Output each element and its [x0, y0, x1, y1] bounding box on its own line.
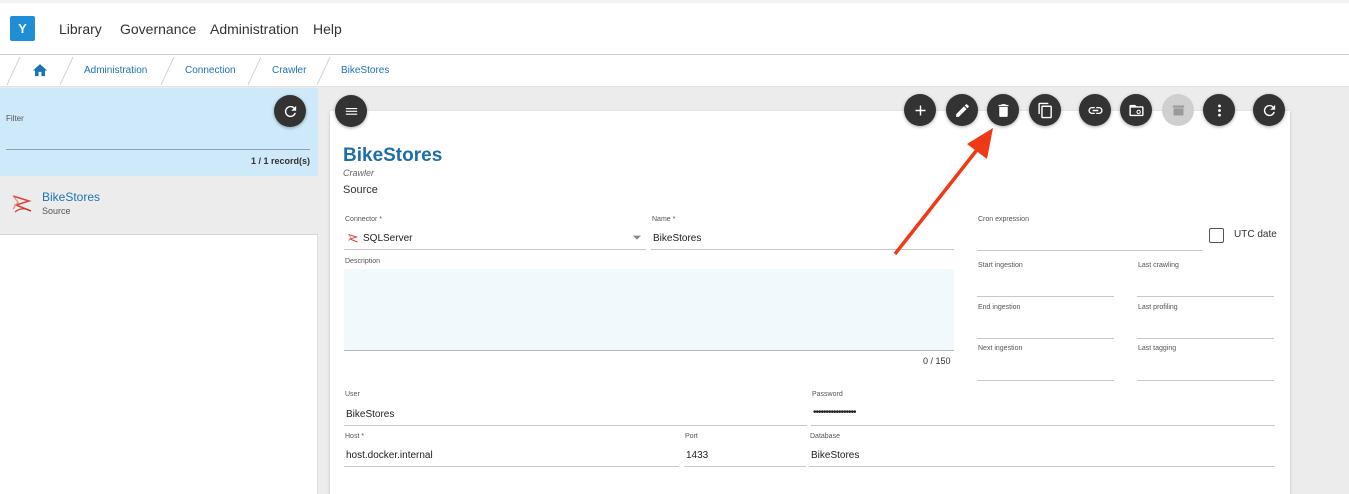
breadcrumb-separator [59, 57, 74, 85]
add-button[interactable] [904, 94, 936, 126]
next-ingestion-label: Next ingestion [978, 345, 1023, 352]
menu-help[interactable]: Help [313, 21, 342, 37]
utc-date-checkbox[interactable] [1209, 228, 1224, 243]
copy-button[interactable] [1029, 94, 1061, 126]
last-crawling-field [1137, 296, 1274, 297]
folder-settings-button[interactable] [1120, 94, 1152, 126]
refresh-icon [284, 105, 296, 117]
next-ingestion-field [977, 380, 1114, 381]
copy-icon [1037, 102, 1052, 118]
host-label: Host * [345, 433, 365, 440]
top-bar: Y Library Governance Administration Help [0, 0, 1349, 55]
host-field[interactable]: host.docker.internal [346, 450, 433, 461]
description-label: Description [345, 258, 381, 265]
last-profiling-field [1137, 338, 1274, 339]
refresh-icon [1263, 104, 1275, 116]
description-field[interactable] [344, 269, 954, 351]
sqlserver-icon [348, 234, 359, 243]
left-panel: Filter 1 / 1 record(s) BikeStores Source [0, 88, 318, 494]
link-icon [1087, 106, 1103, 114]
port-field[interactable]: 1433 [686, 450, 708, 461]
menu-library[interactable]: Library [59, 21, 102, 37]
plus-icon [915, 105, 925, 115]
password-field-underline [811, 425, 1275, 426]
more-options-button[interactable] [1203, 94, 1235, 126]
chevron-down-icon[interactable] [633, 235, 641, 241]
folder-settings-icon [1128, 104, 1144, 116]
start-ingestion-field [977, 296, 1114, 297]
description-counter: 0 / 150 [923, 356, 951, 366]
cron-label: Cron expression [978, 216, 1029, 223]
name-label: Name * [652, 216, 676, 223]
name-field-underline [651, 249, 954, 250]
pencil-icon [955, 103, 969, 117]
password-field[interactable]: ••••••••••••••••• [813, 407, 857, 418]
breadcrumb: Administration Connection Crawler BikeSt… [0, 55, 1349, 87]
breadcrumb-bikestores[interactable]: BikeStores [341, 65, 389, 76]
end-ingestion-label: End ingestion [978, 304, 1021, 311]
filter-label: Filter [6, 114, 24, 123]
refresh-list-button[interactable] [274, 95, 306, 127]
sqlserver-icon [12, 195, 32, 213]
database-label: Database [810, 433, 840, 440]
object-type: Crawler [343, 168, 375, 178]
port-field-underline [684, 466, 806, 467]
name-field[interactable]: BikeStores [653, 233, 701, 244]
port-label: Port [685, 433, 698, 440]
breadcrumb-administration[interactable]: Administration [84, 65, 147, 76]
menu-toggle-button[interactable] [335, 95, 367, 127]
breadcrumb-separator [316, 57, 331, 85]
user-label: User [345, 391, 360, 398]
database-field[interactable]: BikeStores [811, 450, 859, 461]
user-field-underline [344, 425, 807, 426]
delete-button[interactable] [987, 94, 1019, 126]
home-icon[interactable] [31, 62, 49, 79]
utc-date-label: UTC date [1234, 229, 1277, 240]
menu-administration[interactable]: Administration [210, 21, 299, 37]
last-crawling-label: Last crawling [1138, 262, 1179, 269]
menu-lines-icon [345, 107, 357, 115]
breadcrumb-separator [247, 57, 262, 85]
list-item-subtitle: Source [42, 206, 71, 216]
breadcrumb-connection[interactable]: Connection [185, 65, 236, 76]
connector-select[interactable] [344, 249, 646, 250]
edit-button[interactable] [946, 94, 978, 126]
app-logo[interactable]: Y [10, 16, 35, 41]
refresh-button[interactable] [1253, 94, 1285, 126]
archive-button[interactable] [1162, 94, 1194, 126]
archive-icon [1172, 105, 1184, 115]
database-field-underline [809, 466, 1275, 467]
record-count: 1 / 1 record(s) [250, 156, 310, 166]
end-ingestion-field [977, 338, 1114, 339]
object-subtitle: Source [343, 184, 378, 196]
link-button[interactable] [1079, 94, 1111, 126]
connector-value: SQLServer [363, 233, 413, 244]
menu-governance[interactable]: Governance [120, 21, 196, 37]
last-tagging-label: Last tagging [1138, 345, 1177, 352]
user-field[interactable]: BikeStores [346, 409, 394, 420]
host-field-underline [344, 466, 679, 467]
breadcrumb-separator [160, 57, 175, 85]
breadcrumb-separator [6, 57, 21, 85]
crawler-card: BikeStores Crawler Source Connector * SQ… [330, 111, 1290, 494]
more-vertical-icon [1217, 103, 1221, 117]
last-profiling-label: Last profiling [1138, 304, 1178, 311]
cron-field[interactable] [977, 250, 1203, 251]
last-tagging-field [1137, 380, 1274, 381]
list-item-title: BikeStores [42, 190, 101, 204]
filter-box: Filter 1 / 1 record(s) [0, 88, 318, 176]
page-title: BikeStores [343, 145, 443, 166]
list-item[interactable]: BikeStores Source [0, 176, 318, 235]
trash-icon [998, 103, 1008, 117]
start-ingestion-label: Start ingestion [978, 262, 1023, 269]
connector-label: Connector * [345, 216, 382, 223]
password-label: Password [812, 391, 843, 398]
filter-input[interactable] [6, 149, 310, 150]
breadcrumb-crawler[interactable]: Crawler [272, 65, 306, 76]
